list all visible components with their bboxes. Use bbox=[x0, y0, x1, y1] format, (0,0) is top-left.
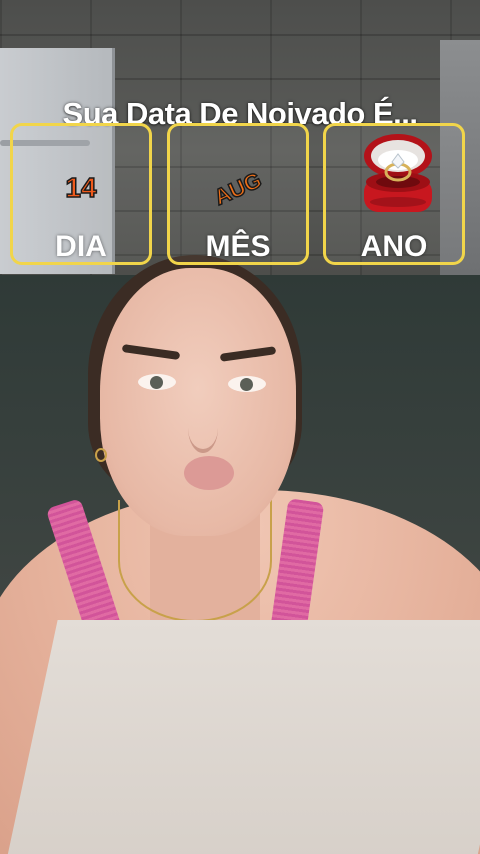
eyebrow-right bbox=[219, 346, 277, 362]
ring-box-icon bbox=[364, 134, 432, 212]
foreground-paper bbox=[2, 620, 480, 854]
year-label: ANO bbox=[360, 230, 428, 263]
month-value: AUG bbox=[210, 166, 266, 210]
eyebrow-left bbox=[121, 344, 181, 360]
card-year: ANO bbox=[323, 123, 465, 265]
card-day: 14 DIA bbox=[10, 123, 152, 265]
day-label: DIA bbox=[55, 230, 107, 263]
earring bbox=[95, 448, 107, 462]
month-label: MÊS bbox=[205, 230, 271, 263]
person-face bbox=[100, 268, 296, 536]
filter-cards: 14 DIA AUG MÊS ANO bbox=[10, 123, 470, 269]
eye-right bbox=[228, 376, 266, 392]
eye-left bbox=[138, 374, 176, 390]
card-month: AUG MÊS bbox=[167, 123, 309, 265]
nose bbox=[188, 403, 218, 453]
lips bbox=[184, 456, 234, 490]
day-value: 14 bbox=[65, 171, 98, 204]
